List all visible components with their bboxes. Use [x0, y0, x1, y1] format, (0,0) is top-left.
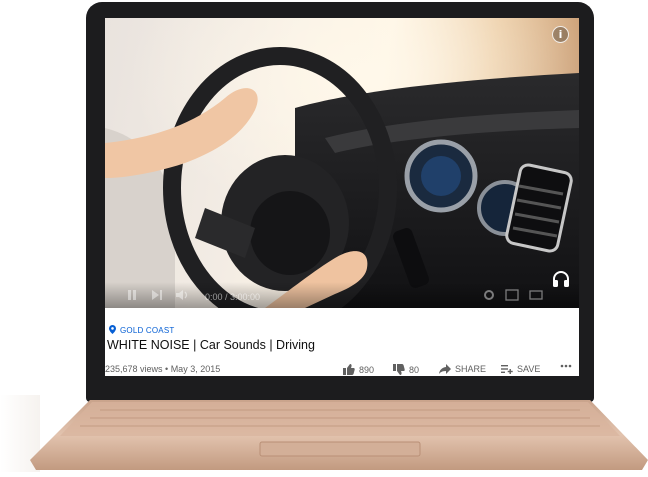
location-label: GOLD COAST	[120, 326, 175, 335]
share-label: SHARE	[455, 364, 487, 374]
thumbs-down-icon	[393, 364, 405, 375]
settings-icon[interactable]	[483, 289, 495, 301]
video-stats-row: 235,678 views • May 3, 2015 890 80 SHARE…	[105, 364, 579, 376]
location-tag[interactable]: GOLD COAST	[109, 325, 174, 336]
playlist-add-icon	[501, 364, 513, 374]
time-display: 0:00 / 3:00:00	[205, 292, 261, 302]
like-count: 890	[359, 364, 375, 375]
save-label: SAVE	[517, 364, 541, 374]
theater-mode-icon[interactable]	[529, 289, 543, 301]
share-button[interactable]: SHARE	[439, 364, 486, 374]
dislike-button[interactable]: 80	[393, 364, 419, 375]
headphones-icon	[551, 269, 571, 294]
laptop-keyboard-deck	[30, 400, 648, 472]
video-frame	[105, 18, 579, 308]
info-icon[interactable]: i	[552, 26, 569, 43]
views-date: 235,678 views • May 3, 2015	[105, 364, 221, 374]
thumbs-up-icon	[343, 364, 355, 375]
location-pin-icon	[109, 325, 116, 336]
video-controls: 0:00 / 3:00:00	[105, 282, 579, 308]
more-actions-icon[interactable]	[560, 364, 572, 368]
miniplayer-icon[interactable]	[505, 289, 519, 301]
video-player[interactable]: i 0:00 / 3:00:00	[105, 18, 579, 308]
like-button[interactable]: 890	[343, 364, 374, 375]
pause-icon[interactable]	[127, 289, 137, 301]
video-title: WHITE NOISE | Car Sounds | Driving	[107, 338, 315, 352]
volume-icon[interactable]	[175, 289, 189, 301]
dislike-count: 80	[409, 364, 420, 375]
laptop-screen: i 0:00 / 3:00:00 GOLD COAST WHITE NOISE …	[105, 18, 579, 376]
share-icon	[439, 364, 451, 374]
next-icon[interactable]	[151, 289, 163, 301]
save-button[interactable]: SAVE	[501, 364, 540, 374]
